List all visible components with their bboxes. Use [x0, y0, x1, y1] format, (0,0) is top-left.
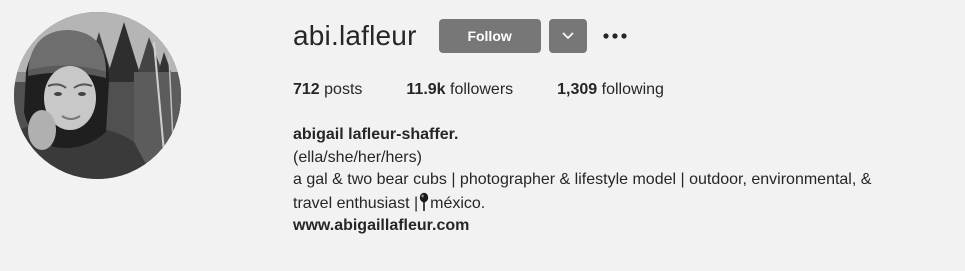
chevron-down-icon	[562, 32, 574, 40]
bio-line-2: travel enthusiast | méxico.	[293, 192, 953, 216]
profile-avatar[interactable]	[14, 12, 181, 179]
following-stat[interactable]: 1,309 following	[557, 79, 664, 101]
profile-full-name: abigail lafleur-shaffer.	[293, 126, 459, 143]
following-count: 1,309	[557, 81, 598, 98]
profile-bio: abigail lafleur-shaffer. (ella/she/her/h…	[293, 124, 953, 238]
more-options-icon	[603, 33, 627, 39]
profile-website-link[interactable]: www.abigaillafleur.com	[293, 217, 469, 234]
profile-username: abi.lafleur	[293, 20, 417, 51]
more-options-button[interactable]	[601, 19, 629, 53]
posts-label: posts	[324, 81, 363, 98]
followers-label: followers	[450, 81, 514, 98]
bio-line-2-prefix: travel enthusiast |	[293, 194, 419, 212]
follow-button[interactable]: Follow	[438, 19, 541, 53]
following-label: following	[601, 81, 664, 98]
posts-stat: 712 posts	[293, 79, 362, 101]
posts-count: 712	[293, 81, 320, 98]
followers-stat[interactable]: 11.9k followers	[406, 79, 513, 101]
bio-line-1: a gal & two bear cubs | photographer & l…	[293, 171, 872, 188]
bio-line-2-suffix: méxico.	[430, 194, 486, 212]
followers-count: 11.9k	[406, 81, 446, 98]
suggested-accounts-dropdown-button[interactable]	[548, 19, 587, 53]
profile-pronouns: (ella/she/her/hers)	[293, 148, 422, 166]
avatar-photo	[14, 12, 181, 179]
profile-header: abi.lafleur Follow	[293, 16, 629, 56]
profile-stats: 712 posts 11.9k followers 1,309 followin…	[293, 79, 664, 101]
round-pushpin-icon	[419, 192, 429, 211]
